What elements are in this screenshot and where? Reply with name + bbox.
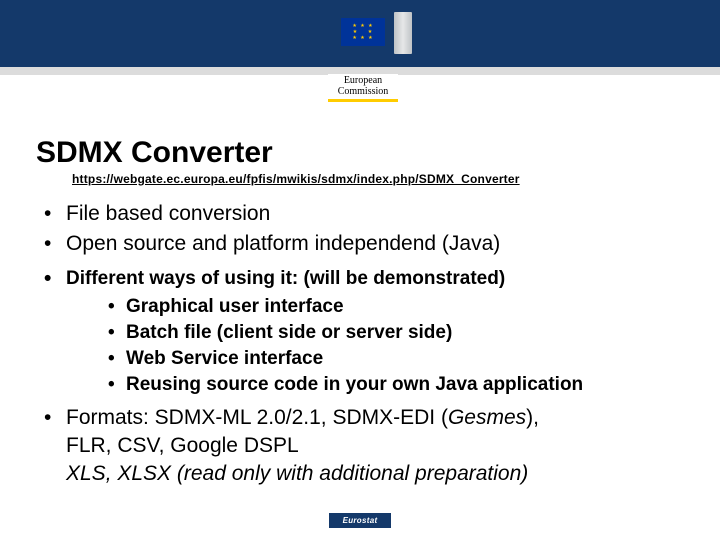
sub-bullet-text: Web Service interface [126,348,323,369]
bullet-item: Different ways of using it: (will be dem… [36,266,684,398]
sub-bullet-item: Batch file (client side or server side) [104,320,684,346]
slide: ★ ★ ★★ ★★ ★ ★ European Commission SDMX C… [0,0,720,540]
bullet-text: Open source and platform independend (Ja… [66,232,500,255]
bullet-item: File based conversion [36,200,684,228]
formats-line3: XLS, XLSX (read only with additional pre… [66,460,684,488]
bullet-item: Formats: SDMX-ML 2.0/2.1, SDMX-EDI (Gesm… [36,404,684,488]
sub-bullet-item: Reusing source code in your own Java app… [104,372,684,398]
footer-badge: Eurostat [329,513,392,528]
content: SDMX Converter https://webgate.ec.europa… [0,136,720,490]
eu-flag-icon: ★ ★ ★★ ★★ ★ ★ [341,18,385,46]
logo-underline [328,99,398,102]
header-bar: ★ ★ ★★ ★★ ★ ★ European Commission [0,0,720,75]
bullet-text: Different ways of using it: (will be dem… [66,268,505,289]
slide-title: SDMX Converter [36,136,684,170]
footer: Eurostat [0,510,720,528]
sub-bullet-text: Batch file (client side or server side) [126,322,452,343]
logo-line2: Commission [338,86,389,97]
formats-line2: FLR, CSV, Google DSPL [66,432,684,460]
source-link[interactable]: https://webgate.ec.europa.eu/fpfis/mwiki… [72,172,684,186]
sub-bullet-list: Graphical user interface Batch file (cli… [66,294,684,398]
sub-bullet-text: Graphical user interface [126,296,344,317]
ec-logo: ★ ★ ★★ ★★ ★ ★ European Commission [328,18,398,76]
logo-text: European Commission [328,74,398,97]
bullet-item: Open source and platform independend (Ja… [36,230,684,258]
eu-stars-icon: ★ ★ ★★ ★★ ★ ★ [352,23,373,41]
logo-building-icon [394,12,412,54]
formats-line1: Formats: SDMX-ML 2.0/2.1, SDMX-EDI (Gesm… [66,406,539,429]
sub-bullet-item: Graphical user interface [104,294,684,320]
logo-line1: European [344,75,382,86]
sub-bullet-text: Reusing source code in your own Java app… [126,374,583,395]
bullet-list: File based conversion Open source and pl… [36,200,684,488]
bullet-text: File based conversion [66,202,270,225]
sub-bullet-item: Web Service interface [104,346,684,372]
gesmes-emph: Gesmes [448,406,526,429]
